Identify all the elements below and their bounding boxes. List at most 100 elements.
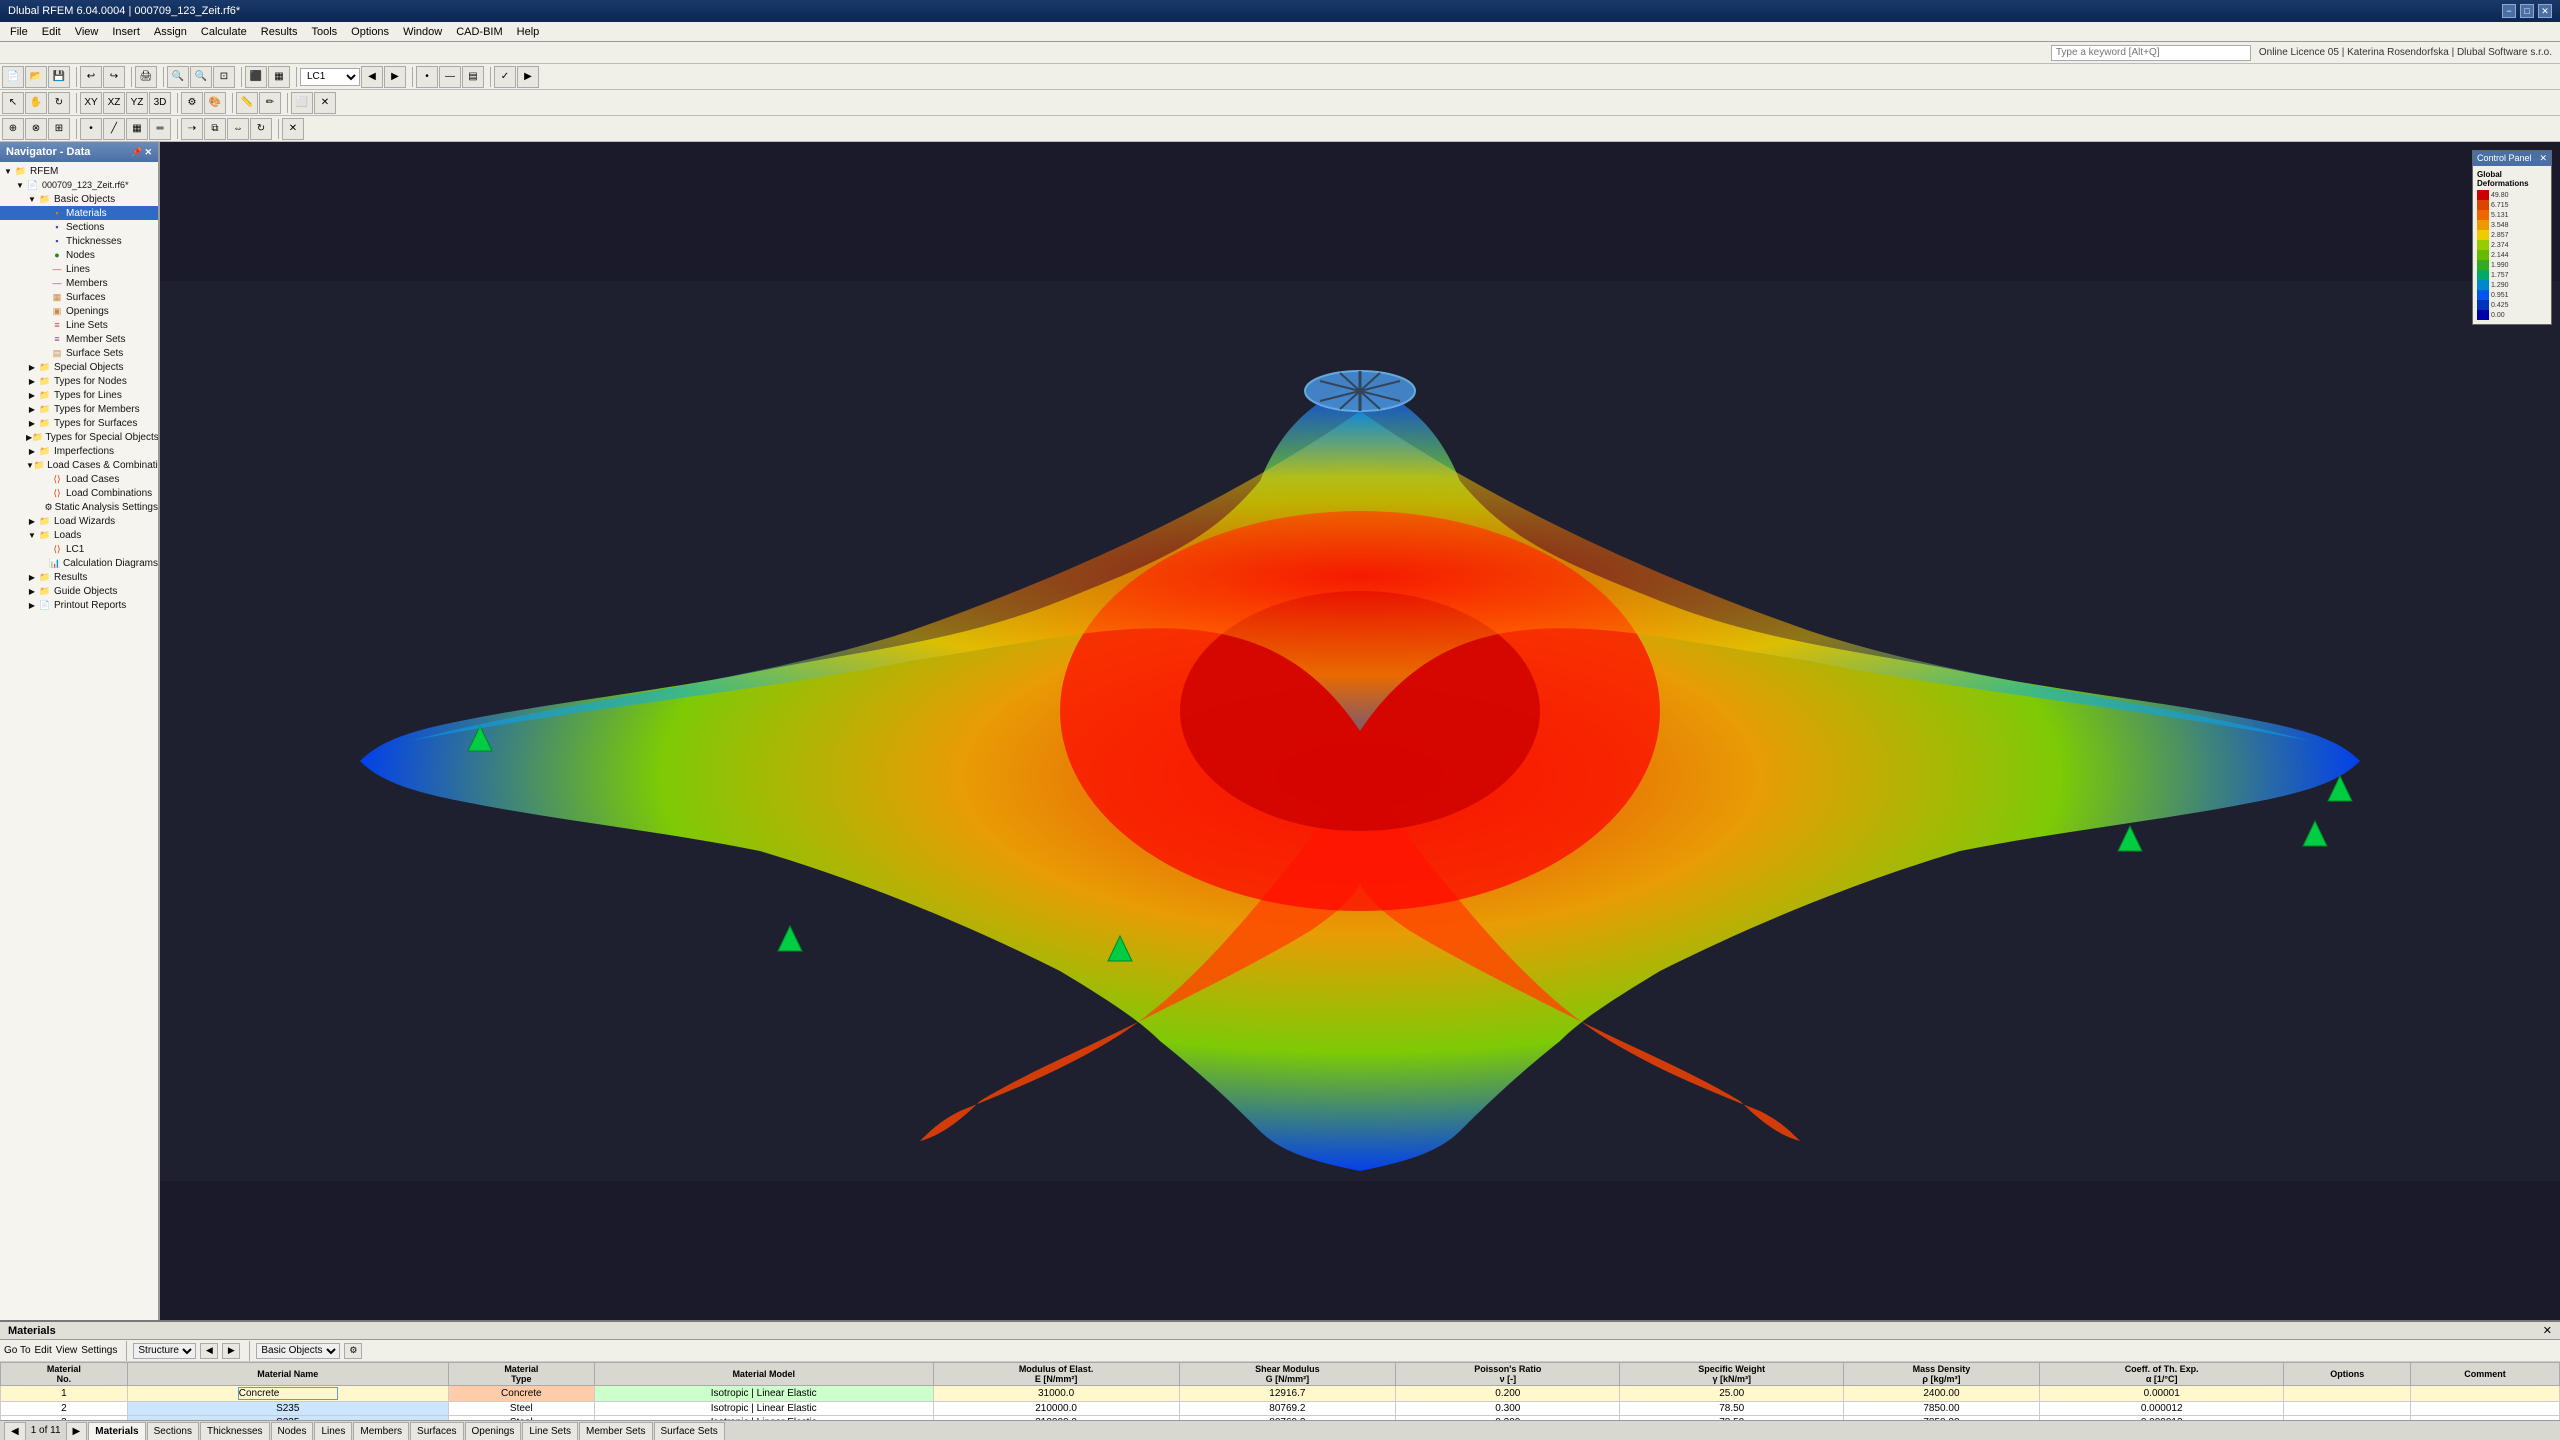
pan-button[interactable]: ✋ bbox=[25, 92, 47, 114]
table-row[interactable]: 1 Concrete Isotropic | Linear Elastic 31… bbox=[1, 1386, 2560, 1402]
color-settings-btn[interactable]: 🎨 bbox=[204, 92, 226, 114]
tree-item-types-surfaces[interactable]: 📁 Types for Surfaces bbox=[0, 416, 158, 430]
tree-toggle-file[interactable] bbox=[14, 180, 26, 190]
tree-item-static-analysis[interactable]: ⚙ Static Analysis Settings bbox=[0, 500, 158, 514]
view-xz[interactable]: XZ bbox=[103, 92, 125, 114]
window-controls[interactable]: − □ ✕ bbox=[2502, 4, 2552, 18]
node-icon-btn[interactable]: • bbox=[416, 66, 438, 88]
annotate-btn[interactable]: ✏ bbox=[259, 92, 281, 114]
calculate-button[interactable]: ▶ bbox=[517, 66, 539, 88]
tab-lines[interactable]: Lines bbox=[314, 1422, 352, 1440]
cp-close[interactable]: ✕ bbox=[2539, 153, 2547, 164]
close-button[interactable]: ✕ bbox=[2538, 4, 2552, 18]
view-3d[interactable]: 3D bbox=[149, 92, 171, 114]
tree-toggle-guide[interactable] bbox=[26, 586, 38, 596]
print-button[interactable]: 🖨 bbox=[135, 66, 157, 88]
zoom-all-button[interactable]: ⊡ bbox=[213, 66, 235, 88]
tree-toggle-printout[interactable] bbox=[26, 600, 38, 610]
zoom-in-button[interactable]: 🔍 bbox=[167, 66, 189, 88]
nav-close-button[interactable]: ✕ bbox=[144, 147, 152, 158]
member-icon-btn[interactable]: — bbox=[439, 66, 461, 88]
rotate-button[interactable]: ↻ bbox=[48, 92, 70, 114]
tree-item-types-lines[interactable]: 📁 Types for Lines bbox=[0, 388, 158, 402]
move-btn[interactable]: ⇢ bbox=[181, 118, 203, 140]
menu-window[interactable]: Window bbox=[397, 24, 448, 40]
tree-toggle-results[interactable] bbox=[26, 572, 38, 582]
check-button[interactable]: ✓ bbox=[494, 66, 516, 88]
input-surface-btn[interactable]: ▦ bbox=[126, 118, 148, 140]
tree-toggle-imperf[interactable] bbox=[26, 446, 38, 456]
menu-insert[interactable]: Insert bbox=[106, 24, 146, 40]
basic-objects-select[interactable]: Basic Objects bbox=[256, 1343, 340, 1359]
nav-pin-button[interactable]: 📌 bbox=[131, 147, 142, 158]
tree-item-openings[interactable]: ▣ Openings bbox=[0, 304, 158, 318]
select-all-btn[interactable]: ⬜ bbox=[291, 92, 313, 114]
tab-materials[interactable]: Materials bbox=[88, 1422, 145, 1440]
tree-item-line-sets[interactable]: ≡ Line Sets bbox=[0, 318, 158, 332]
tab-surface-sets[interactable]: Surface Sets bbox=[654, 1422, 725, 1440]
tree-item-thicknesses[interactable]: ▪ Thicknesses bbox=[0, 234, 158, 248]
tree-item-results[interactable]: 📁 Results bbox=[0, 570, 158, 584]
cell-name-1[interactable] bbox=[127, 1386, 448, 1402]
minimize-button[interactable]: − bbox=[2502, 4, 2516, 18]
tree-toggle-basic[interactable] bbox=[26, 194, 38, 204]
menu-file[interactable]: File bbox=[4, 24, 34, 40]
tree-item-loads[interactable]: 📁 Loads bbox=[0, 528, 158, 542]
tree-item-lines[interactable]: — Lines bbox=[0, 262, 158, 276]
snap-grid-btn[interactable]: ⊞ bbox=[48, 118, 70, 140]
tree-item-basic-objects[interactable]: 📁 Basic Objects bbox=[0, 192, 158, 206]
tree-item-load-cases[interactable]: ⟨⟩ Load Cases bbox=[0, 472, 158, 486]
tree-toggle-loads[interactable] bbox=[26, 530, 38, 540]
tab-line-sets[interactable]: Line Sets bbox=[522, 1422, 578, 1440]
tree-item-guide[interactable]: 📁 Guide Objects bbox=[0, 584, 158, 598]
zoom-out-button[interactable]: 🔍 bbox=[190, 66, 212, 88]
structure-select[interactable]: Structure bbox=[133, 1343, 196, 1359]
panel-close-btn[interactable]: ✕ bbox=[2543, 1324, 2552, 1337]
lc-select[interactable]: LC1 LC2 bbox=[300, 68, 360, 86]
snap-line-btn[interactable]: ⊗ bbox=[25, 118, 47, 140]
tree-toggle-special[interactable] bbox=[26, 362, 38, 372]
tree-item-materials[interactable]: ▪ Materials bbox=[0, 206, 158, 220]
filter-btn[interactable]: ⚙ bbox=[344, 1343, 362, 1359]
tree-item-sections[interactable]: ▪ Sections bbox=[0, 220, 158, 234]
prev-lc-button[interactable]: ◀ bbox=[361, 66, 383, 88]
menu-tools[interactable]: Tools bbox=[305, 24, 343, 40]
tab-nodes[interactable]: Nodes bbox=[271, 1422, 314, 1440]
display-settings-btn[interactable]: ⚙ bbox=[181, 92, 203, 114]
redo-button[interactable]: ↪ bbox=[103, 66, 125, 88]
input-line-btn[interactable]: ╱ bbox=[103, 118, 125, 140]
menu-edit[interactable]: Edit bbox=[36, 24, 67, 40]
tree-item-printout[interactable]: 📄 Printout Reports bbox=[0, 598, 158, 612]
nav-next-tab[interactable]: ▶ bbox=[66, 1422, 88, 1440]
input-node-btn[interactable]: • bbox=[80, 118, 102, 140]
tree-toggle-types-members[interactable] bbox=[26, 404, 38, 414]
tree-item-load-cases-comb[interactable]: 📁 Load Cases & Combinations bbox=[0, 458, 158, 472]
copy-btn[interactable]: ⧉ bbox=[204, 118, 226, 140]
tree-item-types-members[interactable]: 📁 Types for Members bbox=[0, 402, 158, 416]
input-member-btn[interactable]: ═ bbox=[149, 118, 171, 140]
tree-item-member-sets[interactable]: ≡ Member Sets bbox=[0, 332, 158, 346]
view-yz[interactable]: YZ bbox=[126, 92, 148, 114]
tab-openings[interactable]: Openings bbox=[465, 1422, 522, 1440]
save-button[interactable]: 💾 bbox=[48, 66, 70, 88]
snap-node-btn[interactable]: ⊕ bbox=[2, 118, 24, 140]
tree-item-lc1[interactable]: ⟨⟩ LC1 bbox=[0, 542, 158, 556]
measure-btn[interactable]: 📏 bbox=[236, 92, 258, 114]
nav-prev-tab[interactable]: ◀ bbox=[4, 1422, 26, 1440]
menu-view[interactable]: View bbox=[69, 24, 105, 40]
tree-toggle-lw[interactable] bbox=[26, 516, 38, 526]
tab-members[interactable]: Members bbox=[353, 1422, 409, 1440]
view-xy[interactable]: XY bbox=[80, 92, 102, 114]
menu-cad-bim[interactable]: CAD-BIM bbox=[450, 24, 508, 40]
next-lc-button[interactable]: ▶ bbox=[384, 66, 406, 88]
tab-member-sets[interactable]: Member Sets bbox=[579, 1422, 652, 1440]
tab-thicknesses[interactable]: Thicknesses bbox=[200, 1422, 270, 1440]
search-input[interactable] bbox=[2051, 45, 2251, 61]
surface-icon-btn[interactable]: ▤ bbox=[462, 66, 484, 88]
tree-item-members[interactable]: — Members bbox=[0, 276, 158, 290]
tree-toggle-types-surfaces[interactable] bbox=[26, 418, 38, 428]
tree-item-imperfections[interactable]: 📁 Imperfections bbox=[0, 444, 158, 458]
mirror-btn[interactable]: ⇔ bbox=[227, 118, 249, 140]
tree-item-load-wizards[interactable]: 📁 Load Wizards bbox=[0, 514, 158, 528]
delete-btn[interactable]: ✕ bbox=[282, 118, 304, 140]
